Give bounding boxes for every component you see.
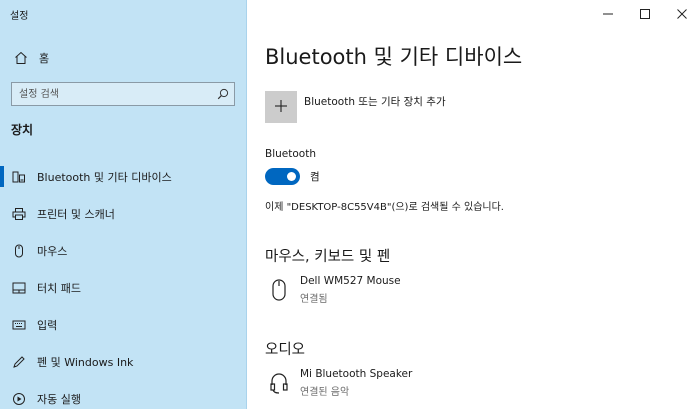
sidebar-item-label: 펜 및 Windows Ink xyxy=(37,355,134,369)
printer-icon xyxy=(11,206,27,222)
sidebar-item-label: 입력 xyxy=(37,318,58,332)
device-name: Mi Bluetooth Speaker xyxy=(300,368,413,380)
device-status: 연결됨 xyxy=(300,294,328,305)
toggle-state-label: 켬 xyxy=(310,171,320,183)
sidebar-item-mouse[interactable]: 마우스 xyxy=(0,232,247,269)
plus-icon xyxy=(274,98,288,117)
search-box[interactable] xyxy=(11,82,235,106)
device-name: Dell WM527 Mouse xyxy=(300,275,401,287)
sidebar-item-label: 프린터 및 스캐너 xyxy=(37,207,115,221)
sidebar-item-bluetooth[interactable]: Bluetooth 및 기타 디바이스 xyxy=(0,158,247,195)
main-content: Bluetooth 및 기타 디바이스 Bluetooth 또는 기타 장치 추… xyxy=(248,0,700,409)
bluetooth-devices-icon xyxy=(11,169,27,185)
autoplay-icon xyxy=(11,391,27,407)
page-title: Bluetooth 및 기타 디바이스 xyxy=(265,45,523,69)
sidebar-item-pen[interactable]: 펜 및 Windows Ink xyxy=(0,343,247,380)
add-device-label[interactable]: Bluetooth 또는 기타 장치 추가 xyxy=(304,94,446,109)
sidebar-item-label: 자동 실행 xyxy=(37,392,81,406)
section-heading-input-devices: 마우스, 키보드 및 펜 xyxy=(265,249,391,265)
app-title: 설정 xyxy=(10,11,29,22)
mouse-icon xyxy=(268,275,290,305)
mouse-icon xyxy=(11,243,27,259)
toggle-knob xyxy=(287,172,296,181)
sidebar-section-label: 장치 xyxy=(11,123,34,137)
headset-icon xyxy=(268,368,290,398)
search-input[interactable] xyxy=(12,83,212,105)
discoverable-text: 이제 "DESKTOP-8C55V4B"(으)로 검색될 수 있습니다. xyxy=(265,202,504,213)
sidebar-item-printers[interactable]: 프린터 및 스캐너 xyxy=(0,195,247,232)
device-status: 연결된 음악 xyxy=(300,387,350,398)
add-device-button[interactable] xyxy=(265,91,297,123)
device-item-mouse[interactable]: Dell WM527 Mouse 연결됨 xyxy=(268,275,401,305)
nav-home-label: 홈 xyxy=(39,52,50,65)
bluetooth-toggle-row: 켬 xyxy=(265,168,320,185)
sidebar-nav-list: Bluetooth 및 기타 디바이스 프린터 및 스캐너 마우스 터치 패드 … xyxy=(0,158,247,409)
sidebar-item-label: 터치 패드 xyxy=(37,281,81,295)
device-item-speaker[interactable]: Mi Bluetooth Speaker 연결된 음악 xyxy=(268,368,412,398)
nav-home[interactable]: 홈 xyxy=(0,44,247,72)
add-device-row[interactable]: Bluetooth 또는 기타 장치 추가 xyxy=(265,91,446,123)
search-icon[interactable] xyxy=(212,88,234,100)
keyboard-icon xyxy=(11,317,27,333)
pen-icon xyxy=(11,354,27,370)
sidebar: 설정 홈 장치 Bluetooth 및 기타 디바이스 프린터 및 스캐너 xyxy=(0,0,247,409)
sidebar-item-label: 마우스 xyxy=(37,244,68,258)
bluetooth-label: Bluetooth xyxy=(265,148,316,160)
home-icon xyxy=(13,50,29,66)
sidebar-item-typing[interactable]: 입력 xyxy=(0,306,247,343)
sidebar-item-autoplay[interactable]: 자동 실행 xyxy=(0,380,247,409)
sidebar-item-label: Bluetooth 및 기타 디바이스 xyxy=(37,170,172,184)
bluetooth-toggle[interactable] xyxy=(265,168,300,185)
section-heading-audio: 오디오 xyxy=(265,342,306,358)
sidebar-item-touchpad[interactable]: 터치 패드 xyxy=(0,269,247,306)
touchpad-icon xyxy=(11,280,27,296)
